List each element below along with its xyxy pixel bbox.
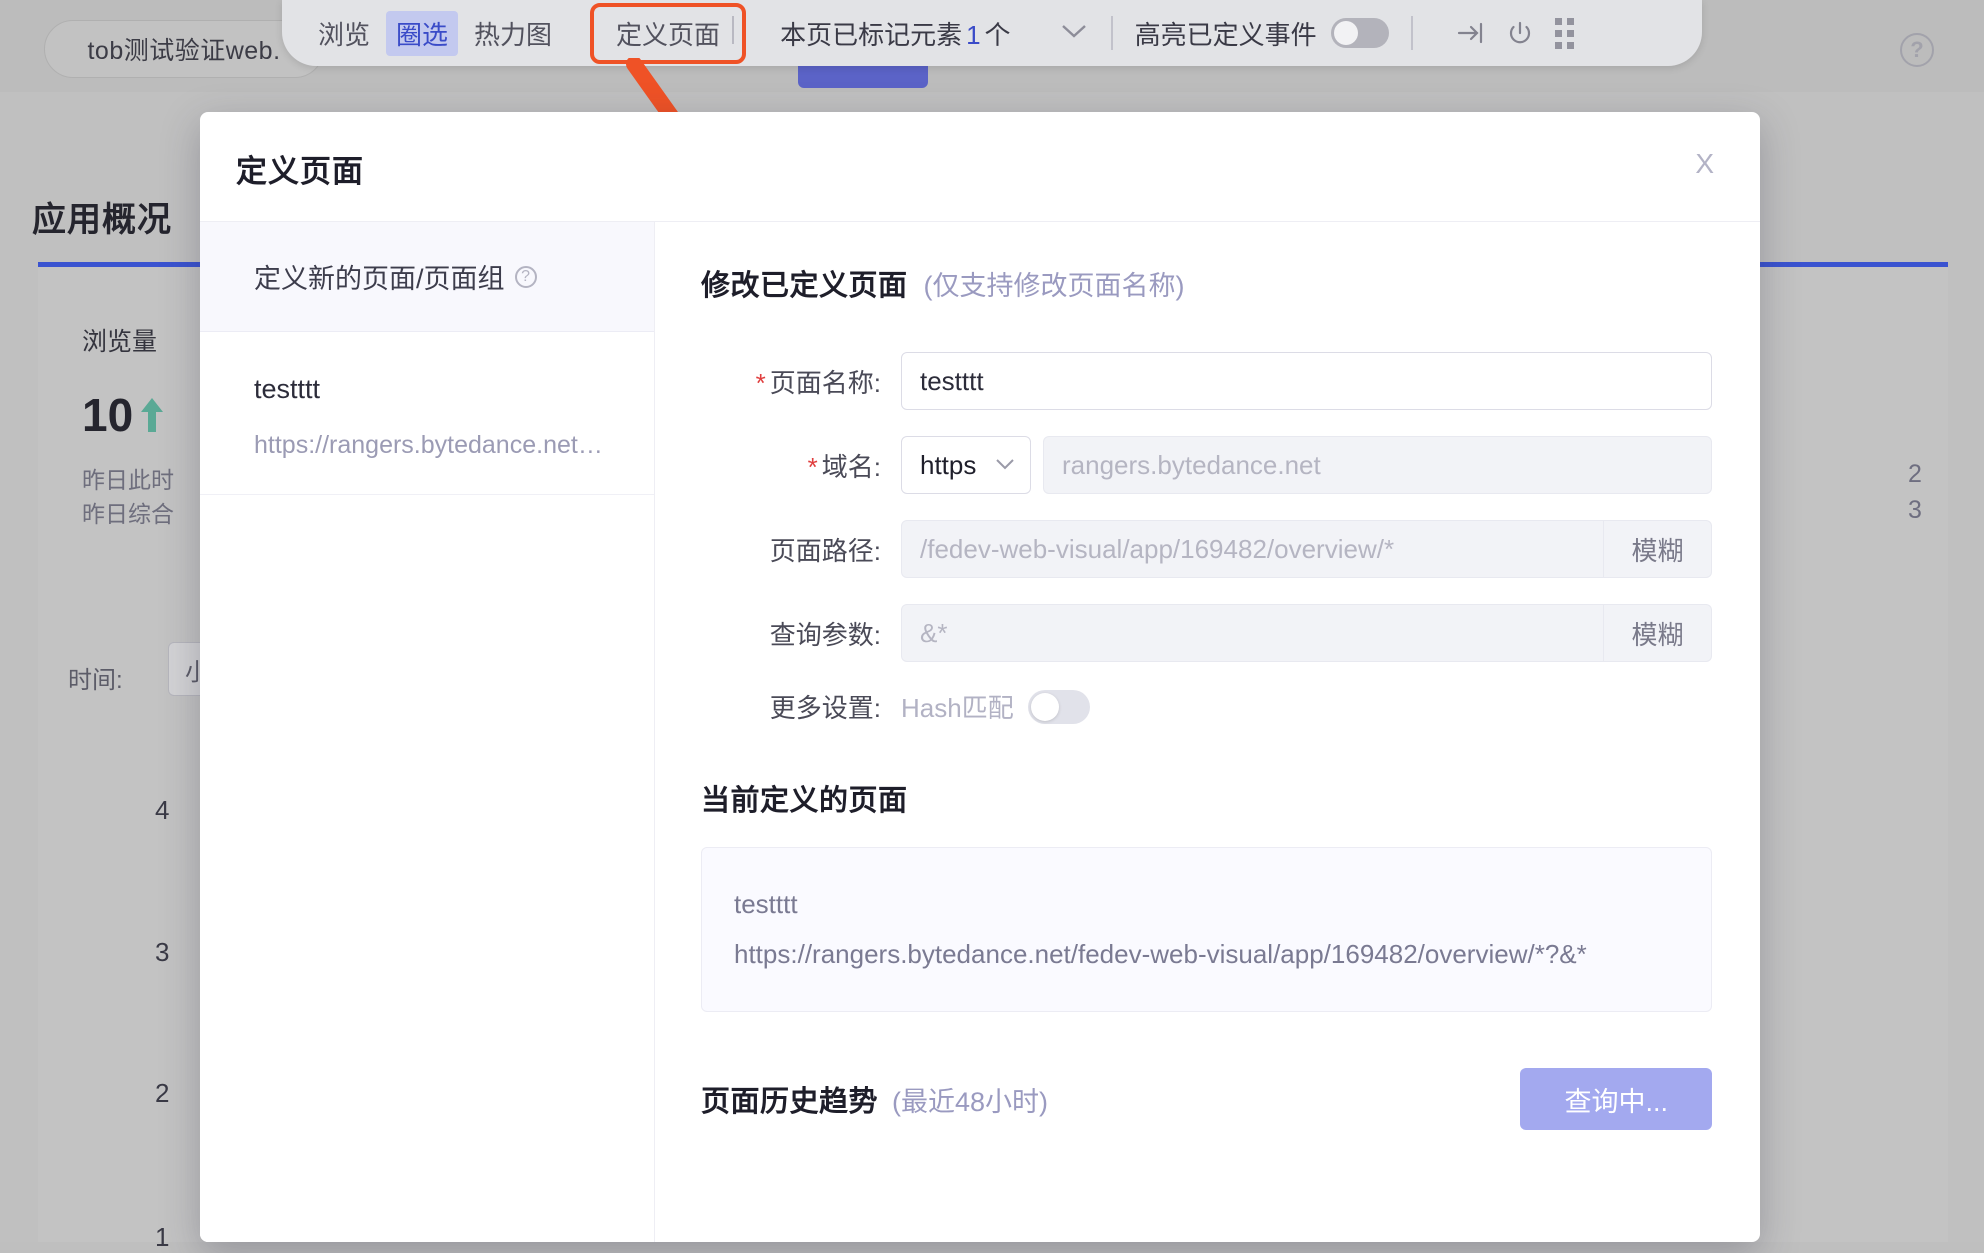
current-page-url: https://rangers.bytedance.net/fedev-web-… <box>734 932 1679 978</box>
protocol-select-value: https <box>920 450 976 481</box>
page-path-match-mode[interactable]: 模糊 <box>1604 520 1712 578</box>
trend-section-header: 页面历史趋势 (最近48小时) 查询中... <box>701 1068 1712 1130</box>
query-params-match-mode[interactable]: 模糊 <box>1604 604 1712 662</box>
query-button[interactable]: 查询中... <box>1520 1068 1712 1130</box>
required-marker: * <box>756 368 766 398</box>
toolbar-divider <box>1111 16 1113 50</box>
main-heading-note: (仅支持修改页面名称) <box>924 264 1185 303</box>
sidebar-item-url: https://rangers.bytedance.net… <box>254 431 624 460</box>
modal-header: 定义页面 X <box>200 112 1760 222</box>
metric-value-row: 10 <box>82 388 163 442</box>
marked-suffix: 个 <box>985 15 1011 52</box>
chevron-down-icon[interactable] <box>1059 20 1089 46</box>
page-name-input[interactable]: testttt <box>901 352 1712 410</box>
app-selector-label: tob测试验证web. <box>87 31 280 67</box>
chart-y-tick-2: 2 <box>155 1078 169 1109</box>
required-marker: * <box>808 452 818 482</box>
chart-y-tick-3: 3 <box>155 937 169 968</box>
modal-body: 定义新的页面/页面组 ? testttt https://rangers.byt… <box>200 222 1760 1242</box>
label-page-name-text: 页面名称: <box>770 368 881 398</box>
main-heading-row: 修改已定义页面 (仅支持修改页面名称) <box>701 262 1712 304</box>
trend-up-icon <box>141 398 163 432</box>
hash-match-label: Hash匹配 <box>901 688 1014 725</box>
trend-title: 页面历史趋势 <box>701 1078 878 1120</box>
help-icon[interactable]: ? <box>1900 33 1934 67</box>
toolbar-highlight-label: 高亮已定义事件 <box>1135 15 1317 52</box>
toolbar-divider <box>1411 16 1413 50</box>
toolbar-define-divider <box>732 16 734 44</box>
label-query-params: 查询参数: <box>701 615 901 652</box>
label-domain: *域名: <box>701 447 901 484</box>
label-page-path: 页面路径: <box>701 531 901 568</box>
marked-count: 1 <box>966 20 980 51</box>
toolbar-define-page-button[interactable]: 定义页面 <box>590 3 746 64</box>
control-more-settings: Hash匹配 <box>901 688 1712 725</box>
toolbar-tab-select[interactable]: 圈选 <box>386 11 458 56</box>
sidebar-define-new-label: 定义新的页面/页面组 <box>254 257 505 296</box>
trend-title-group: 页面历史趋势 (最近48小时) <box>701 1078 1048 1120</box>
background-number-3: 3 <box>1908 496 1922 525</box>
metric-sub-yesterday-total: 昨日综合 <box>82 495 174 529</box>
chart-y-tick-4: 4 <box>155 795 169 826</box>
field-row-more-settings: 更多设置: Hash匹配 <box>701 688 1712 725</box>
label-domain-text: 域名: <box>822 452 881 482</box>
toolbar-define-page-label: 定义页面 <box>616 20 720 50</box>
close-icon[interactable]: X <box>1695 148 1714 180</box>
chart-y-tick-1: 1 <box>155 1222 169 1253</box>
define-page-modal: 定义页面 X 定义新的页面/页面组 ? testttt https://rang… <box>200 112 1760 1242</box>
label-more-settings: 更多设置: <box>701 688 901 725</box>
modal-sidebar: 定义新的页面/页面组 ? testttt https://rangers.byt… <box>200 222 655 1242</box>
toolbar-tab-browse[interactable]: 浏览 <box>308 11 380 56</box>
page-path-input: /fedev-web-visual/app/169482/overview/* <box>901 520 1604 578</box>
metric-value: 10 <box>82 388 133 442</box>
page-title: 应用概况 <box>32 192 172 241</box>
list-item[interactable]: testttt https://rangers.bytedance.net… <box>200 332 654 495</box>
modal-main-panel: 修改已定义页面 (仅支持修改页面名称) *页面名称: testttt *域名: <box>655 222 1760 1242</box>
metric-sub-yesterday-now: 昨日此时 <box>82 461 174 495</box>
domain-input: rangers.bytedance.net <box>1043 436 1712 494</box>
background-number-2: 2 <box>1908 460 1922 489</box>
query-params-input: &* <box>901 604 1604 662</box>
field-row-query-params: 查询参数: &* 模糊 <box>701 604 1712 662</box>
control-page-path: /fedev-web-visual/app/169482/overview/* … <box>901 520 1712 578</box>
trend-note: (最近48小时) <box>892 1080 1048 1119</box>
field-row-page-name: *页面名称: testttt <box>701 352 1712 410</box>
modal-title: 定义页面 <box>236 146 364 191</box>
field-row-domain: *域名: https rangers.bytedance.net <box>701 436 1712 494</box>
sidebar-define-new-page[interactable]: 定义新的页面/页面组 ? <box>200 222 654 332</box>
label-page-name: *页面名称: <box>701 363 901 400</box>
toolbar-tab-heatmap[interactable]: 热力图 <box>464 11 562 56</box>
metric-label: 浏览量 <box>82 322 157 358</box>
main-heading: 修改已定义页面 <box>701 262 908 304</box>
sidebar-item-name: testttt <box>254 374 624 405</box>
time-filter-label: 时间: <box>68 660 123 695</box>
marked-prefix: 本页已标记元素 <box>780 15 962 52</box>
control-query-params: &* 模糊 <box>901 604 1712 662</box>
exit-arrow-icon[interactable] <box>1455 18 1485 48</box>
protocol-select[interactable]: https <box>901 436 1031 494</box>
visual-editor-toolbar: 浏览 圈选 热力图 定义页面 本页已标记元素 1 个 高亮已定义事件 <box>282 0 1702 66</box>
chevron-down-icon <box>994 455 1016 476</box>
current-page-section-title: 当前定义的页面 <box>701 777 1712 819</box>
drag-handle-icon[interactable] <box>1555 18 1574 49</box>
question-circle-icon[interactable]: ? <box>515 266 537 288</box>
toolbar-highlight-toggle[interactable] <box>1331 18 1389 48</box>
control-page-name: testttt <box>901 352 1712 410</box>
current-page-box: testttt https://rangers.bytedance.net/fe… <box>701 847 1712 1012</box>
control-domain: https rangers.bytedance.net <box>901 436 1712 494</box>
toolbar-marked-elements: 本页已标记元素 1 个 <box>780 15 1011 52</box>
current-page-name: testttt <box>734 882 1679 928</box>
power-icon[interactable] <box>1505 18 1535 48</box>
toolbar-icon-group <box>1455 18 1574 49</box>
hash-match-toggle[interactable] <box>1028 690 1090 724</box>
field-row-page-path: 页面路径: /fedev-web-visual/app/169482/overv… <box>701 520 1712 578</box>
